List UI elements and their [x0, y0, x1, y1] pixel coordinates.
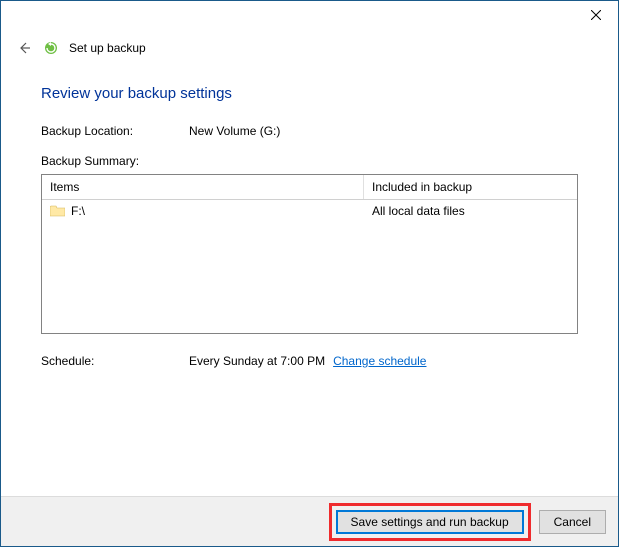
backup-wizard-window: Set up backup Review your backup setting… — [0, 0, 619, 547]
footer-bar: Save settings and run backup Cancel — [1, 496, 618, 546]
close-icon — [591, 10, 601, 20]
backup-summary-label: Backup Summary: — [41, 154, 578, 168]
arrow-left-icon — [16, 40, 32, 56]
window-title: Set up backup — [69, 41, 146, 55]
close-button[interactable] — [574, 1, 618, 29]
schedule-value: Every Sunday at 7:00 PM — [189, 354, 325, 368]
column-header-items[interactable]: Items — [42, 175, 364, 199]
header-row: Set up backup — [1, 31, 618, 57]
backup-location-value: New Volume (G:) — [189, 124, 280, 138]
folder-icon — [50, 205, 65, 217]
content-area: Review your backup settings Backup Locat… — [1, 57, 618, 496]
backup-summary-box: Items Included in backup F:\ All local d… — [41, 174, 578, 334]
schedule-label: Schedule: — [41, 354, 189, 368]
table-row[interactable]: F:\ All local data files — [42, 200, 577, 222]
highlight-annotation: Save settings and run backup — [329, 503, 531, 541]
item-path: F:\ — [71, 204, 85, 218]
back-button[interactable] — [15, 39, 33, 57]
summary-header: Items Included in backup — [42, 175, 577, 200]
backup-location-label: Backup Location: — [41, 124, 189, 138]
cell-included: All local data files — [364, 202, 577, 220]
schedule-row: Schedule: Every Sunday at 7:00 PM Change… — [41, 354, 578, 368]
cell-item: F:\ — [42, 202, 364, 220]
cancel-button[interactable]: Cancel — [539, 510, 606, 534]
save-settings-run-backup-button[interactable]: Save settings and run backup — [336, 510, 524, 534]
backup-restore-icon — [43, 40, 59, 56]
column-header-included[interactable]: Included in backup — [364, 175, 577, 199]
page-heading: Review your backup settings — [41, 85, 578, 102]
change-schedule-link[interactable]: Change schedule — [333, 354, 426, 368]
backup-location-row: Backup Location: New Volume (G:) — [41, 124, 578, 138]
titlebar — [1, 1, 618, 31]
